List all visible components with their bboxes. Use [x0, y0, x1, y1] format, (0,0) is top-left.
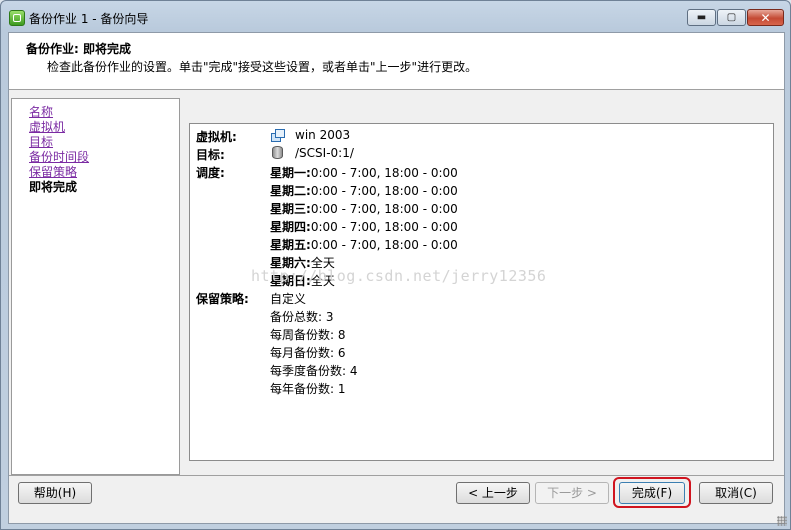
window-title: 备份作业 1 - 备份向导	[29, 12, 149, 26]
schedule-day: 星期三:	[270, 202, 311, 216]
wizard-window: 备份作业 1 - 备份向导 ▬ ▢ ✕ 备份作业: 即将完成 检查此备份作业的设…	[0, 0, 791, 530]
minimize-button[interactable]: ▬	[687, 9, 716, 26]
schedule-day: 星期一:	[270, 166, 311, 180]
schedule-time: 0:00 - 7:00, 18:00 - 0:00	[310, 220, 458, 234]
retention-line: 每月备份数: 6	[270, 346, 346, 360]
help-button[interactable]: 帮助(H)	[18, 482, 92, 504]
schedule-row: 星期三:0:00 - 7:00, 18:00 - 0:00	[270, 200, 458, 217]
schedule-row: 星期二:0:00 - 7:00, 18:00 - 0:00	[270, 182, 458, 199]
retention-line: 备份总数: 3	[270, 310, 334, 324]
app-icon	[9, 10, 25, 26]
target-label: 目标:	[196, 148, 225, 162]
retention-line: 每年备份数: 1	[270, 382, 346, 396]
page-title: 备份作业: 即将完成	[26, 42, 131, 56]
wizard-steps-panel: 名称 虚拟机 目标 备份时间段 保留策略 即将完成	[11, 98, 180, 475]
resize-grip[interactable]	[777, 516, 787, 526]
next-button[interactable]: 下一步 >	[535, 482, 609, 504]
retention-line: 每季度备份数: 4	[270, 364, 358, 378]
retention-line: 自定义	[270, 292, 307, 306]
summary-panel: 虚拟机: win 2003 目标: /SCSI-0:1/ 调度: 星期一:0:0…	[189, 123, 774, 461]
schedule-time: 0:00 - 7:00, 18:00 - 0:00	[310, 202, 458, 216]
retention-line: 每周备份数: 8	[270, 328, 346, 342]
footer-divider	[9, 475, 784, 476]
schedule-day: 星期五:	[270, 238, 311, 252]
finish-button[interactable]: 完成(F)	[619, 482, 685, 504]
wizard-header: 备份作业: 即将完成 检查此备份作业的设置。单击"完成"接受这些设置，或者单击"…	[9, 33, 784, 90]
virtual-machine-icon	[271, 129, 285, 142]
cancel-button[interactable]: 取消(C)	[699, 482, 773, 504]
schedule-label: 调度:	[196, 166, 225, 180]
schedule-time: 0:00 - 7:00, 18:00 - 0:00	[310, 166, 458, 180]
close-button[interactable]: ✕	[747, 9, 784, 26]
schedule-row: 星期四:0:00 - 7:00, 18:00 - 0:00	[270, 218, 458, 235]
target-value: /SCSI-0:1/	[295, 146, 354, 160]
schedule-row: 星期一:0:00 - 7:00, 18:00 - 0:00	[270, 164, 458, 181]
schedule-row: 星期五:0:00 - 7:00, 18:00 - 0:00	[270, 236, 458, 253]
retention-label: 保留策略:	[196, 292, 249, 306]
schedule-time: 0:00 - 7:00, 18:00 - 0:00	[310, 238, 458, 252]
step-current-finish: 即将完成	[29, 180, 78, 194]
schedule-day: 星期四:	[270, 220, 311, 234]
vm-label: 虚拟机:	[196, 130, 237, 144]
wizard-content: 备份作业: 即将完成 检查此备份作业的设置。单击"完成"接受这些设置，或者单击"…	[8, 32, 785, 524]
disk-icon	[272, 146, 283, 159]
back-button[interactable]: < 上一步	[456, 482, 530, 504]
page-description: 检查此备份作业的设置。单击"完成"接受这些设置，或者单击"上一步"进行更改。	[47, 60, 478, 74]
maximize-button[interactable]: ▢	[717, 9, 746, 26]
schedule-time: 0:00 - 7:00, 18:00 - 0:00	[310, 184, 458, 198]
schedule-day: 星期二:	[270, 184, 311, 198]
vm-value: win 2003	[295, 128, 351, 142]
watermark-text: http://blog.csdn.net/jerry12356	[251, 267, 547, 285]
title-bar[interactable]: 备份作业 1 - 备份向导 ▬ ▢ ✕	[1, 1, 790, 32]
